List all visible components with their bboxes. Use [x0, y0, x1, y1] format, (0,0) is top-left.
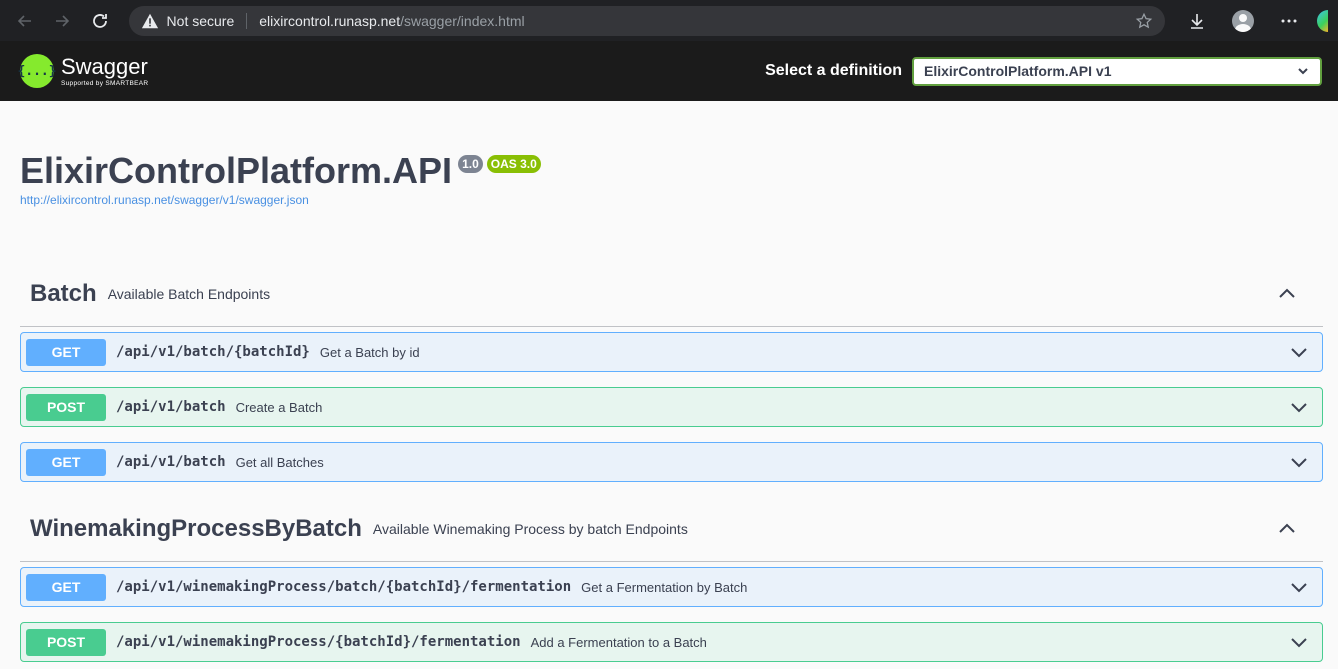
- spec-url-link[interactable]: http://elixircontrol.runasp.net/swagger/…: [20, 193, 1318, 207]
- tag-name: Batch: [30, 280, 97, 307]
- download-icon: [1190, 13, 1203, 29]
- forward-button[interactable]: [48, 3, 78, 39]
- method-badge: GET: [26, 573, 106, 601]
- swagger-logo-title: Swagger: [61, 53, 148, 79]
- operation-get-fermentation-by-batch[interactable]: GET /api/v1/winemakingProcess/batch/{bat…: [20, 567, 1323, 607]
- tag-description: Available Winemaking Process by batch En…: [372, 521, 688, 537]
- definition-select[interactable]: ElixirControlPlatform.API v1: [912, 56, 1322, 86]
- operation-path: /api/v1/winemakingProcess/batch/{batchId…: [116, 579, 572, 595]
- chevron-up-icon[interactable]: [1277, 519, 1297, 539]
- method-badge: POST: [26, 393, 106, 421]
- method-badge: GET: [26, 448, 106, 476]
- profile-button[interactable]: [1225, 3, 1261, 39]
- chevron-down-icon[interactable]: [1289, 342, 1309, 362]
- chevron-down-icon[interactable]: [1289, 452, 1309, 472]
- tag-name: WinemakingProcessByBatch: [30, 515, 362, 542]
- operation-path: /api/v1/winemakingProcess/{batchId}/ferm…: [116, 634, 521, 650]
- url-path: /swagger/index.html: [400, 12, 525, 29]
- tag-section-batch: Batch Available Batch Endpoints GET /api…: [20, 262, 1323, 482]
- operation-get-batch-by-id[interactable]: GET /api/v1/batch/{batchId} Get a Batch …: [20, 332, 1323, 372]
- address-bar[interactable]: Not secure elixircontrol.runasp.net/swag…: [128, 5, 1165, 36]
- url-host: elixircontrol.runasp.net: [259, 12, 401, 29]
- definition-label: Select a definition: [765, 62, 902, 79]
- operation-path: /api/v1/batch: [116, 454, 226, 470]
- operation-post-batch[interactable]: POST /api/v1/batch Create a Batch: [20, 387, 1323, 427]
- operation-post-fermentation[interactable]: POST /api/v1/winemakingProcess/{batchId}…: [20, 622, 1323, 662]
- method-badge: GET: [26, 338, 106, 366]
- url-text[interactable]: elixircontrol.runasp.net/swagger/index.h…: [247, 13, 1134, 29]
- tag-header-batch[interactable]: Batch Available Batch Endpoints: [20, 262, 1323, 327]
- definition-select-value: ElixirControlPlatform.API v1: [924, 63, 1112, 79]
- arrow-right-icon: [56, 14, 70, 27]
- api-title: ElixirControlPlatform.API: [20, 150, 453, 191]
- arrow-left-icon: [17, 14, 31, 27]
- operation-summary: Get a Fermentation by Batch: [581, 579, 748, 595]
- operation-summary: Get a Batch by id: [319, 344, 420, 360]
- swagger-topbar: {...} Swagger Supported by SMARTBEAR Sel…: [0, 41, 1338, 101]
- menu-button[interactable]: [1271, 3, 1307, 39]
- not-secure-label[interactable]: Not secure: [167, 12, 248, 29]
- reload-icon: [92, 13, 107, 28]
- downloads-button[interactable]: [1179, 3, 1215, 39]
- operation-summary: Create a Batch: [235, 399, 323, 415]
- oas-badge: OAS 3.0: [486, 155, 541, 173]
- api-info: ElixirControlPlatform.API 1.0 OAS 3.0 ht…: [0, 101, 1338, 207]
- edge-copilot-icon[interactable]: [1316, 9, 1329, 32]
- operation-path: /api/v1/batch: [116, 399, 226, 415]
- reload-button[interactable]: [85, 3, 115, 39]
- method-badge: POST: [26, 628, 106, 656]
- chevron-down-icon[interactable]: [1289, 632, 1309, 652]
- star-icon[interactable]: [1135, 12, 1153, 30]
- operation-summary: Add a Fermentation to a Batch: [530, 634, 707, 650]
- chevron-down-icon[interactable]: [1289, 577, 1309, 597]
- warning-icon: [141, 12, 159, 30]
- operation-summary: Get all Batches: [235, 454, 324, 470]
- operation-get-all-batches[interactable]: GET /api/v1/batch Get all Batches: [20, 442, 1323, 482]
- tag-section-winemaking: WinemakingProcessByBatch Available Winem…: [20, 497, 1323, 662]
- operation-path: /api/v1/batch/{batchId}: [116, 344, 310, 360]
- tag-header-winemaking[interactable]: WinemakingProcessByBatch Available Winem…: [20, 497, 1323, 562]
- tag-description: Available Batch Endpoints: [107, 286, 271, 302]
- chevron-down-icon[interactable]: [1289, 397, 1309, 417]
- swagger-logo-icon: {...}: [17, 54, 57, 88]
- chevron-up-icon[interactable]: [1277, 284, 1297, 304]
- more-horizontal-icon: [1281, 19, 1297, 22]
- swagger-logo-subtitle: Supported by SMARTBEAR: [61, 79, 149, 87]
- avatar: [1231, 9, 1254, 32]
- swagger-logo[interactable]: {...} Swagger Supported by SMARTBEAR: [17, 53, 149, 88]
- back-button[interactable]: [10, 3, 40, 39]
- browser-toolbar: Not secure elixircontrol.runasp.net/swag…: [0, 0, 1338, 41]
- version-badge: 1.0: [458, 155, 483, 173]
- chevron-down-icon: [1298, 68, 1308, 75]
